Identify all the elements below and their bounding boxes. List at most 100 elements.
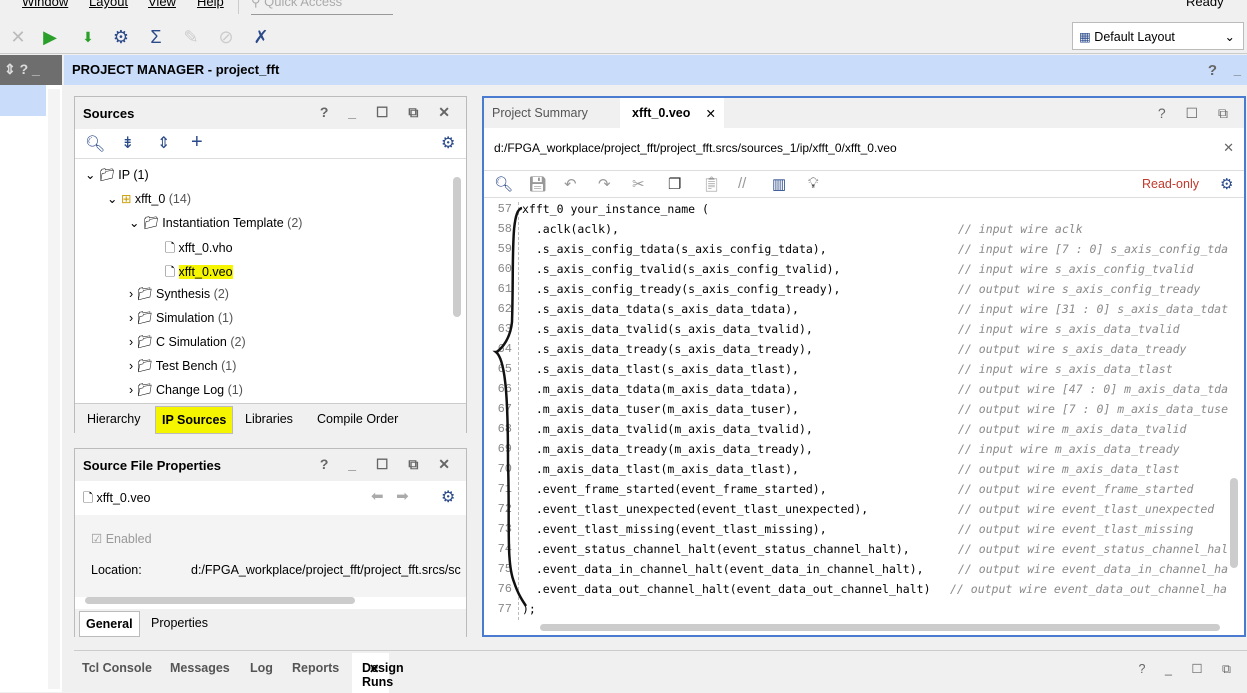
tree-item-selected[interactable]: 🗋 xfft_0.veo — [165, 263, 233, 284]
tree-item[interactable]: ⌄ 📁︎ IP (1) — [85, 167, 149, 183]
expand-all-icon[interactable]: ⇕ — [157, 133, 170, 153]
tab-general[interactable]: General — [79, 611, 140, 637]
add-icon[interactable]: + — [191, 131, 203, 154]
menu-window[interactable]: Window — [22, 0, 68, 9]
code-comment: // output wire event_frame_started — [958, 482, 1194, 496]
selected-item[interactable] — [0, 85, 46, 116]
search-icon[interactable]: 🔍︎ — [494, 175, 513, 193]
code-text: .event_data_out_channel_halt(event_data_… — [522, 582, 931, 596]
gear-icon[interactable]: ⚙ — [441, 133, 455, 153]
tab-properties[interactable]: Properties — [151, 616, 208, 630]
location-value: d:/FPGA_workplace/project_fft/project_ff… — [191, 563, 461, 577]
close-icon[interactable]: ✕ — [1223, 140, 1234, 156]
tab-xfft-veo[interactable]: xfft_0.veo ✕ — [620, 98, 724, 128]
layout-icon: ▦ — [1079, 30, 1095, 44]
tree-item[interactable]: › 📁︎ Test Bench (1) — [129, 359, 236, 374]
code-comment: // input wire [31 : 0] s_axis_data_tdat — [958, 302, 1229, 316]
tree-item[interactable]: › 📁︎ C Simulation (2) — [129, 335, 246, 350]
copy-icon[interactable]: ❐ — [668, 175, 681, 193]
tab-tcl-console[interactable]: Tcl Console — [82, 661, 152, 675]
status-text: Ready — [1186, 0, 1224, 9]
code-line: 75 .event_data_in_channel_halt(event_dat… — [484, 562, 1244, 582]
handwritten-bracket — [492, 206, 528, 607]
tree-item[interactable]: 🗋 xfft_0.vho — [165, 239, 233, 260]
cut-icon[interactable]: ✂ — [632, 175, 645, 193]
code-text: .aclk(aclk), — [522, 222, 619, 236]
gear-icon[interactable]: ⚙ — [1220, 175, 1233, 193]
quick-access-input[interactable]: ⚲ Quick Access — [251, 0, 393, 15]
enabled-checkbox[interactable]: ☑ Enabled — [91, 531, 152, 546]
code-line: 61 .s_axis_config_tready(s_axis_config_t… — [484, 282, 1244, 302]
collapse-all-icon[interactable]: ⇟ — [121, 133, 134, 153]
cancel-icon[interactable]: ✕ — [6, 26, 30, 48]
tab-ip-sources[interactable]: IP Sources — [155, 406, 234, 434]
code-text: .s_axis_data_tvalid(s_axis_data_tvalid), — [522, 322, 813, 336]
scrollbar[interactable] — [85, 597, 355, 604]
run-icon[interactable]: ▶ — [38, 26, 62, 48]
page-title: PROJECT MANAGER - project_fft? _ — [64, 55, 1247, 85]
tab-messages[interactable]: Messages — [170, 661, 230, 675]
pin-icon[interactable]: ✗ — [249, 26, 273, 48]
paste-icon[interactable]: 📋︎ — [702, 175, 721, 193]
horizontal-scrollbar[interactable] — [540, 624, 1220, 631]
code-comment: // input wire m_axis_data_tready — [958, 442, 1180, 456]
tab-reports[interactable]: Reports — [292, 661, 339, 675]
tab-compile-order[interactable]: Compile Order — [317, 412, 398, 426]
redo-icon[interactable]: ↷ — [598, 175, 611, 193]
menu-view[interactable]: View — [148, 0, 176, 9]
flow-navigator: ⇕ ? _ — [0, 55, 62, 692]
lightbulb-icon[interactable]: 💡︎ — [808, 175, 819, 192]
search-icon[interactable]: 🔍︎ — [85, 134, 105, 154]
menu-layout[interactable]: Layout — [89, 0, 128, 9]
tree-item[interactable]: › 📁︎ Simulation (1) — [129, 311, 233, 326]
debug-icon[interactable]: ⊘ — [214, 26, 238, 48]
undo-icon[interactable]: ↶ — [564, 175, 577, 193]
sigma-icon[interactable]: Σ — [144, 26, 168, 48]
save-icon[interactable]: 💾︎ — [528, 175, 547, 193]
sources-panel: Sources? _ ☐ ⧉ ✕ 🔍︎ ⇟ ⇕ + ⚙ ⌄ 📁︎ IP (1) … — [74, 96, 467, 434]
vertical-scrollbar[interactable] — [1230, 478, 1238, 568]
panel-controls[interactable]: ? _ ☐ ⧉ ✕ — [320, 456, 458, 473]
readonly-label: Read-only — [1142, 177, 1199, 191]
scrollbar[interactable] — [453, 177, 461, 317]
panel-controls[interactable]: ? ☐ ⧉ — [1158, 105, 1236, 122]
scrollbar[interactable] — [48, 89, 60, 689]
code-line: 74 .event_status_channel_halt(event_stat… — [484, 542, 1244, 562]
minimize-icon[interactable]: _ — [1234, 62, 1241, 77]
tab-libraries[interactable]: Libraries — [245, 412, 293, 426]
code-comment: // input wire s_axis_data_tvalid — [958, 322, 1180, 336]
code-text: .m_axis_data_tready(m_axis_data_tready), — [522, 442, 813, 456]
chevron-down-icon: ⌄ — [1224, 30, 1235, 44]
code-text: .m_axis_data_tlast(m_axis_data_tlast), — [522, 462, 799, 476]
panel-controls[interactable]: ? _ ☐ ⧉ ✕ — [320, 104, 458, 121]
tree-item[interactable]: › 📁︎ Synthesis (2) — [129, 287, 229, 302]
code-line: 76 .event_data_out_channel_halt(event_da… — [484, 582, 1244, 602]
code-line: 71 .event_frame_started(event_frame_star… — [484, 482, 1244, 502]
code-comment: // input wire s_axis_data_tlast — [958, 362, 1173, 376]
tree-item[interactable]: ⌄ ⊞ xfft_0 (14) — [107, 191, 191, 206]
layout-select[interactable]: ▦ Default Layout ⌄ — [1072, 22, 1244, 50]
code-line: 64 .s_axis_data_tready(s_axis_data_tread… — [484, 342, 1244, 362]
tab-log[interactable]: Log — [250, 661, 273, 675]
gear-icon[interactable]: ⚙ — [441, 487, 455, 507]
code-line: 77); — [484, 602, 1244, 622]
comment-icon[interactable]: // — [738, 175, 746, 192]
tab-project-summary[interactable]: Project Summary — [492, 106, 588, 120]
generate-bitstream-icon[interactable]: ⬇ — [76, 26, 100, 48]
settings-icon[interactable]: ⚙ — [109, 26, 133, 48]
code-line: 62 .s_axis_data_tdata(s_axis_data_tdata)… — [484, 302, 1244, 322]
back-forward-icons[interactable]: ⬅ ➡ — [371, 487, 409, 505]
menu-help[interactable]: Help — [197, 0, 224, 9]
code-text: xfft_0 your_instance_name ( — [522, 202, 709, 216]
help-icon[interactable]: ? — [1208, 62, 1217, 79]
tab-hierarchy[interactable]: Hierarchy — [87, 412, 141, 426]
columns-icon[interactable]: ▥ — [772, 175, 786, 193]
tab-design-runs[interactable]: Design Runs ✕ — [352, 653, 404, 693]
code-text: .s_axis_data_tready(s_axis_data_tready), — [522, 342, 813, 356]
tool-icon[interactable]: ✎ — [179, 26, 203, 48]
editor-toolbar: 🔍︎ 💾︎ ↶ ↷ ✂ ❐ 📋︎ // ▥ 💡︎ Read-only ⚙ — [484, 170, 1244, 198]
panel-controls[interactable]: ? _ ☐ ⧉ — [1139, 661, 1239, 677]
code-comment: // output wire event_tlast_missing — [958, 522, 1194, 536]
tree-item[interactable]: ⌄ 📁︎ Instantiation Template (2) — [129, 215, 302, 231]
tree-item[interactable]: › 📁︎ Change Log (1) — [129, 383, 243, 398]
